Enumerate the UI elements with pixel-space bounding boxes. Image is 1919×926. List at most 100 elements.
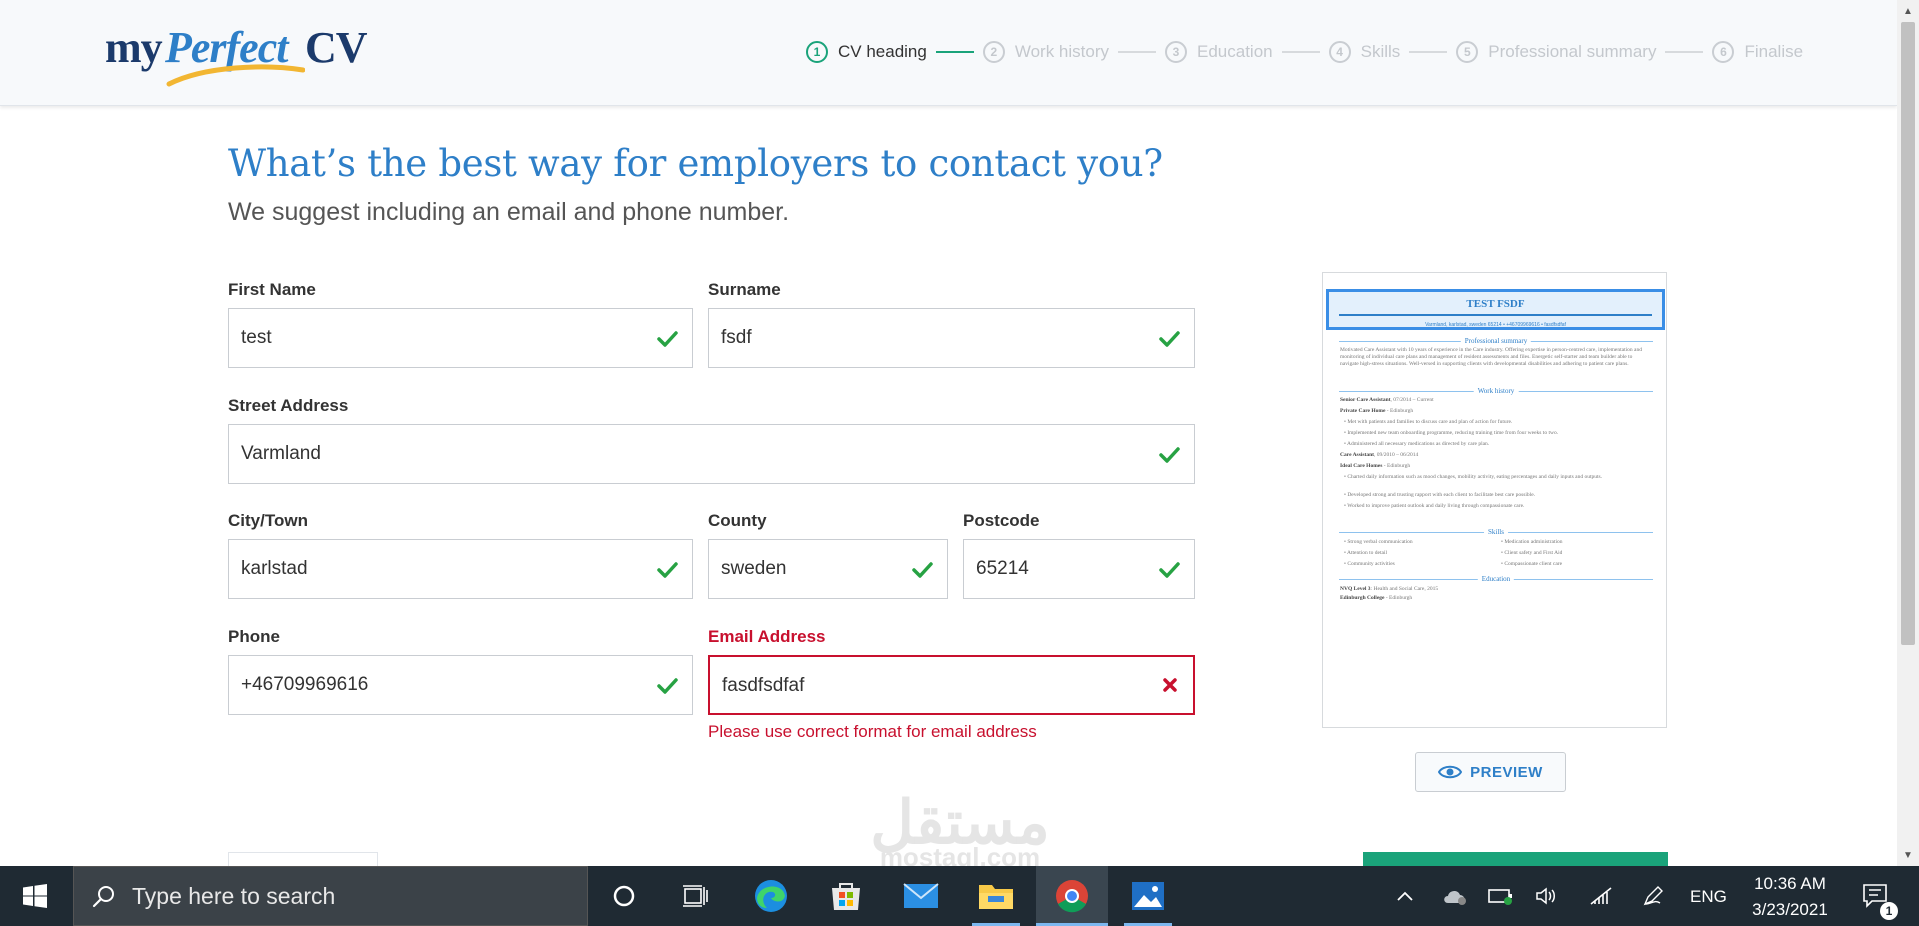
checkmark-icon [657,331,678,347]
clock-date[interactable]: 3/23/2021 [1750,900,1830,920]
speaker-icon [1536,887,1555,905]
step-label: Professional summary [1488,42,1657,61]
email-field[interactable]: fasdfsdfaf [708,655,1195,715]
street-address-field[interactable]: Varmland [228,424,1195,484]
continue-button[interactable] [1363,852,1668,866]
battery-tray-button[interactable] [1484,866,1518,926]
cortana-circle-icon [613,885,635,907]
checkmark-icon [657,678,678,694]
onedrive-tray-button[interactable] [1438,866,1472,926]
cv-bullet: • Implemented new team onboarding progra… [1344,430,1559,436]
mail-button[interactable] [893,866,949,926]
scroll-up-arrow-icon[interactable]: ▲ [1897,0,1919,22]
step-number: 2 [982,41,1005,63]
cv-skill-item: • Community activities [1344,561,1395,567]
clock-time[interactable]: 10:36 AM [1750,874,1830,894]
surname-value: fsdf [721,327,752,348]
cv-edu-line1: NVQ Level 3: Health and Social Care, 201… [1340,586,1652,594]
language-indicator[interactable]: ENG [1690,887,1727,907]
cv-preview-heading: TEST FSDF Varmland, karlstad, sweden 652… [1326,289,1665,330]
photos-icon [1132,882,1164,910]
cv-skill-text: Client safety and First Aid [1504,550,1563,556]
logo-swoosh-icon [166,64,305,87]
brand-logo[interactable]: my Perfect CV [105,22,380,88]
step-professional-summary[interactable]: 5 Professional summary [1456,41,1656,63]
cv-bullet-text: Developed strong and trusting rapport wi… [1347,492,1536,498]
cv-job2-title: Care Assistant [1340,452,1374,458]
surname-field[interactable]: fsdf [708,308,1195,368]
edge-icon [755,880,787,912]
back-button[interactable] [228,852,378,866]
cv-section-title: Work history [1473,387,1519,395]
cv-preview-contact: Varmland, karlstad, sweden 65214 • +4670… [1425,322,1566,328]
cv-job2-header: Care Assistant, 09/2010 – 06/2014 [1340,452,1652,460]
store-button[interactable] [818,866,874,926]
city-value: karlstad [241,558,308,579]
scroll-thumb[interactable] [1901,22,1915,645]
photos-button[interactable] [1120,866,1176,926]
step-connector [1665,51,1704,53]
first-name-field[interactable]: test [228,308,693,368]
notification-center-button[interactable]: 1 [1854,866,1898,926]
step-skills[interactable]: 4 Skills [1328,41,1400,63]
cv-job2-dates: , 09/2010 – 06/2014 [1373,452,1419,458]
preview-button-label: PREVIEW [1470,763,1543,781]
browser-page: my Perfect CV 1 CV heading 2 Work histor… [0,0,1897,866]
cv-skill-text: Medication administration [1504,539,1563,545]
step-label: Work history [1014,42,1109,61]
county-value: sweden [721,558,787,579]
cortana-button[interactable] [596,866,652,926]
email-value: fasdfsdfaf [722,675,805,696]
start-button[interactable] [0,866,70,926]
taskbar-search-box[interactable]: Type here to search [73,866,588,926]
scroll-down-arrow-icon[interactable]: ▼ [1897,844,1919,866]
pen-tray-button[interactable] [1636,866,1670,926]
county-label: County [708,511,767,530]
volume-tray-button[interactable] [1530,866,1564,926]
step-education[interactable]: 3 Education [1165,41,1273,63]
cv-section-work: Work history [1339,387,1653,395]
city-label: City/Town [228,511,308,530]
edge-browser-button[interactable] [743,866,799,926]
county-field[interactable]: sweden [708,539,948,599]
step-number: 3 [1165,41,1187,63]
phone-field[interactable]: +46709969616 [228,655,693,715]
step-connector [1409,51,1448,53]
cv-skill-item: • Compassionate client care [1501,561,1563,567]
cv-skill-item: • Attention to detail [1344,550,1388,556]
cv-job1-dates: , 07/2014 – Current [1390,397,1434,403]
step-number: 1 [806,41,828,63]
pen-icon [1643,886,1663,906]
cv-skill-item: • Medication administration [1501,539,1563,545]
checkmark-icon [1159,562,1180,578]
network-tray-button[interactable] [1584,866,1618,926]
show-hidden-icons-button[interactable] [1390,866,1420,926]
email-error-message: Please use correct format for email addr… [708,722,1037,741]
cv-preview-thumbnail[interactable]: TEST FSDF Varmland, karlstad, sweden 652… [1322,272,1667,728]
cv-job2-company-line: Ideal Care Homes - Edinburgh [1340,463,1652,471]
cv-edu-school: Edinburgh College [1340,595,1385,601]
cv-section-summary: Professional summary [1339,337,1653,345]
step-work-history[interactable]: 2 Work history [982,41,1109,63]
chevron-up-icon [1397,891,1413,901]
cv-job1-location: - Edinburgh [1385,408,1414,414]
checkmark-icon [1159,331,1180,347]
file-explorer-button[interactable] [968,866,1024,926]
preview-button[interactable]: PREVIEW [1415,752,1566,792]
cv-summary-text: Motivated Care Assistant with 10 years o… [1340,347,1642,367]
step-cv-heading[interactable]: 1 CV heading [806,41,927,63]
checkmark-icon [1159,447,1180,463]
city-field[interactable]: karlstad [228,539,693,599]
chrome-button[interactable] [1036,866,1108,926]
postcode-field[interactable]: 65214 [963,539,1195,599]
step-finalise[interactable]: 6 Finalise [1712,41,1803,63]
step-label: Education [1197,42,1273,61]
cv-section-title: Education [1477,575,1515,583]
cv-skill-text: Compassionate client care [1504,561,1563,567]
store-bag-icon [832,883,860,910]
page-subtitle: We suggest including an email and phone … [228,198,790,226]
task-view-button[interactable] [668,866,724,926]
cv-bullet-text: Implemented new team onboarding programm… [1347,430,1559,436]
step-number: 5 [1456,41,1479,63]
vertical-scrollbar[interactable]: ▲ ▼ [1897,0,1919,866]
